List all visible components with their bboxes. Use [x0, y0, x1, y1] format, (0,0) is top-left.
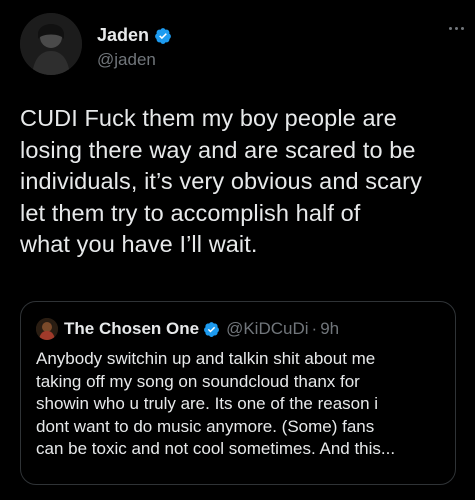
quoted-text-line: dont want to do music anymore. (Some) fa… — [36, 416, 375, 436]
quoted-tweet-card[interactable]: The Chosen One @KiDCuDi · 9h Anybody swi… — [20, 301, 456, 485]
avatar-image — [20, 13, 82, 75]
tweet-text-line: CUDI Fuck them my boy people are — [20, 105, 397, 131]
quoted-avatar-image — [36, 318, 58, 340]
quoted-author-avatar — [36, 318, 58, 340]
quoted-text-line: can be toxic and not cool sometimes. And… — [36, 439, 396, 459]
tweet-text-line: let them try to accomplish half of — [20, 199, 361, 226]
tweet-header: Jaden @jaden — [20, 13, 464, 77]
tweet-text-line: individuals, it’s very obvious and scary — [20, 168, 422, 194]
more-options-icon[interactable] — [449, 27, 464, 30]
quoted-text-line: showin who u truly are. Its one of the r… — [36, 394, 379, 414]
tweet-text: CUDI Fuck them my boy people are losing … — [20, 103, 460, 261]
verified-badge-icon — [155, 27, 171, 44]
author-name-row: Jaden — [97, 25, 172, 46]
quoted-tweet-time: 9h — [320, 319, 340, 338]
separator-dot: · — [311, 319, 318, 338]
author-handle[interactable]: @jaden — [97, 50, 156, 70]
author-avatar[interactable] — [20, 13, 82, 75]
tweet-text-line: what you have I’ll wait. — [20, 231, 258, 257]
quoted-author-name: The Chosen One — [64, 319, 200, 338]
quoted-tweet-text: Anybody switchin up and talkin shit abou… — [36, 348, 446, 461]
tweet-text-line: losing there way and are scared to be — [20, 136, 416, 163]
quoted-author-handle: @KiDCuDi — [226, 319, 309, 338]
quoted-text-line: taking off my song on soundcloud thanx f… — [36, 371, 360, 391]
quoted-tweet-header: The Chosen One @KiDCuDi · 9h — [36, 318, 339, 340]
verified-badge-icon — [204, 321, 220, 337]
author-name[interactable]: Jaden — [97, 25, 149, 46]
quoted-text-line: Anybody switchin up and talkin shit abou… — [36, 349, 376, 368]
